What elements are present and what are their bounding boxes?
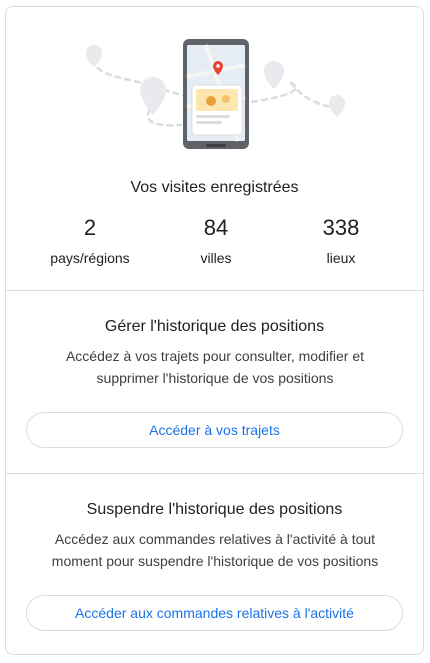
visit-stats: 2 pays/régions 84 villes 338 lieux [6, 214, 423, 284]
stat-places: 338 lieux [276, 214, 406, 268]
section-divider [6, 290, 423, 291]
phone-icon [183, 39, 249, 149]
stat-value: 338 [322, 215, 360, 240]
stat-value: 2 [83, 215, 97, 240]
grey-pin-icon [140, 77, 166, 115]
grey-pin-icon [264, 61, 284, 89]
manage-history-title: Gérer l'historique des positions [104, 318, 325, 335]
open-timeline-button[interactable]: Accéder à vos trajets [26, 412, 403, 448]
stat-label: lieux [326, 250, 356, 266]
stat-label: pays/régions [50, 250, 130, 266]
grey-pin-icon [329, 95, 345, 117]
grey-pin-icon [86, 45, 102, 67]
timeline-illustration [86, 39, 345, 149]
stat-cities: 84 villes [151, 214, 281, 268]
pause-history-description: Accédez aux commandes relatives à l'acti… [51, 531, 379, 569]
stat-countries: 2 pays/régions [25, 214, 155, 268]
section-divider [6, 473, 423, 474]
stat-label: villes [200, 250, 232, 266]
stat-value: 84 [203, 215, 229, 240]
pause-history-title: Suspendre l'historique des positions [86, 501, 343, 518]
manage-history-description: Accédez à vos trajets pour consulter, mo… [65, 348, 365, 386]
activity-controls-button[interactable]: Accéder aux commandes relatives à l'acti… [26, 595, 403, 631]
visits-title: Vos visites enregistrées [130, 179, 299, 196]
location-history-card: Vos visites enregistrées 2 pays/régions … [5, 6, 424, 655]
